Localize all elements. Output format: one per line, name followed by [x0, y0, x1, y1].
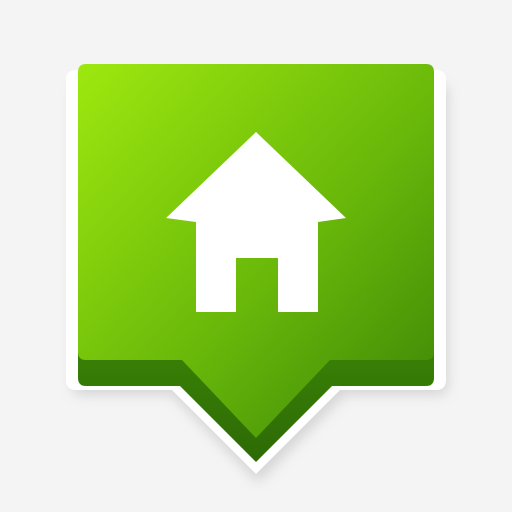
- home-location-pin-icon[interactable]: [0, 0, 512, 512]
- app-icon-canvas: [0, 0, 512, 512]
